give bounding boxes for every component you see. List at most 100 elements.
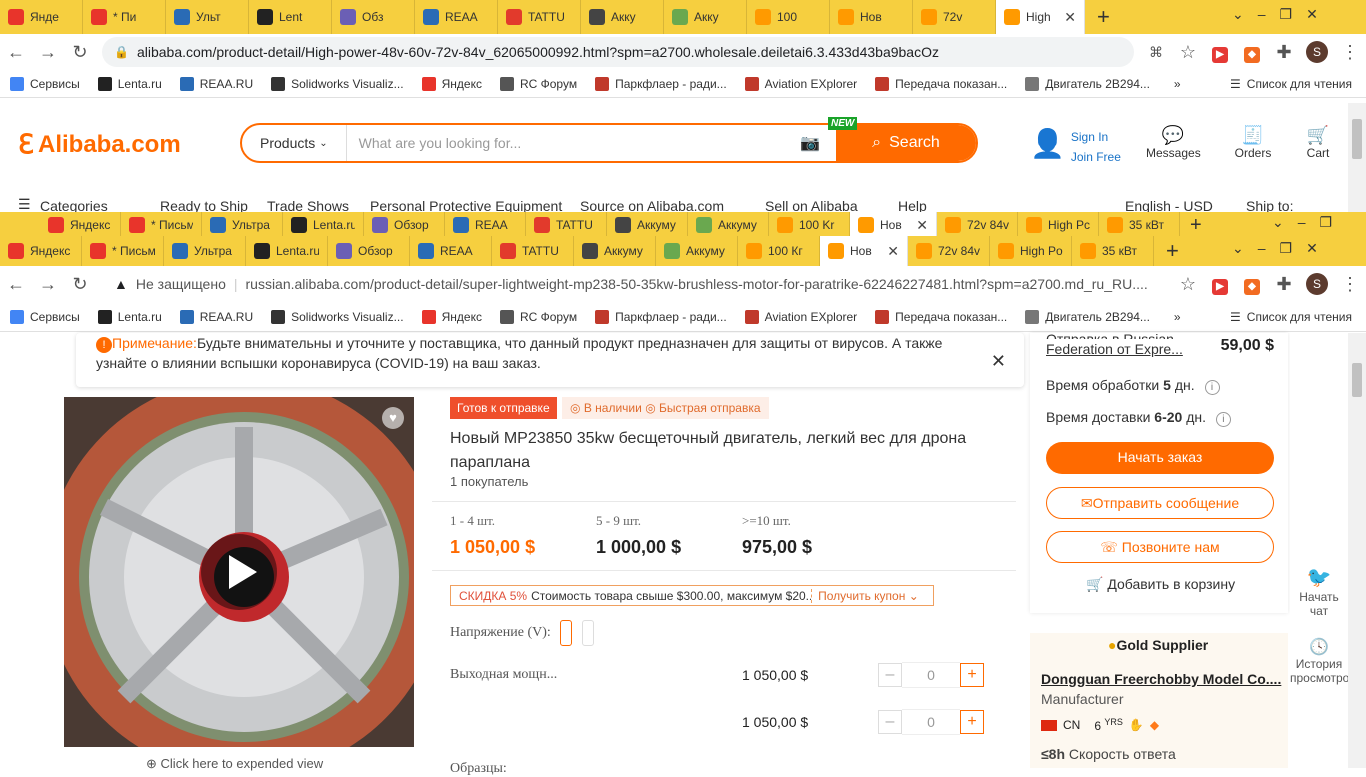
front-new-tab-icon[interactable]: +: [1166, 238, 1179, 264]
close-tab-icon[interactable]: ✕: [887, 243, 899, 260]
forward-arrow-icon[interactable]: →: [32, 42, 64, 63]
front-scrollbar[interactable]: [1348, 333, 1366, 768]
youtube-ext-icon[interactable]: ▶: [1204, 41, 1236, 63]
new-tab-icon[interactable]: +: [1097, 4, 1110, 30]
get-coupon-link[interactable]: Получить купон ⌄: [811, 588, 925, 603]
front-reading-list[interactable]: ☰ Список для чтения: [1230, 310, 1352, 324]
tab-search-icon[interactable]: ⌄: [1232, 6, 1244, 23]
front-url-bar[interactable]: ▲ Не защищено | russian.alibaba.com/prod…: [102, 269, 1166, 299]
middle-tab-13[interactable]: 35 кВт: [1099, 212, 1180, 238]
extensions-icon[interactable]: ✚: [1268, 42, 1300, 63]
account-block[interactable]: 👤 Sign In Join Free: [1030, 127, 1121, 167]
front-tab-3[interactable]: Lenta.ru: [246, 236, 328, 266]
middle-tab-7[interactable]: Аккуму: [607, 212, 688, 238]
add-to-cart-link[interactable]: 🛒 Добавить в корзину: [1086, 576, 1235, 593]
info-icon[interactable]: i: [1215, 412, 1231, 427]
middle-new-tab-icon[interactable]: +: [1190, 214, 1202, 237]
middle-tab-4[interactable]: Обзор: [364, 212, 445, 238]
bookmark-0[interactable]: Сервисы: [10, 76, 80, 91]
back-tab-2[interactable]: Ульт: [166, 0, 249, 34]
close-tab-icon[interactable]: ✕: [916, 217, 928, 234]
front-youtube-ext-icon[interactable]: ▶: [1204, 273, 1236, 295]
back-tab-6[interactable]: TATTU: [498, 0, 581, 34]
close-window-icon[interactable]: ✕: [1306, 6, 1318, 23]
bookmark-5[interactable]: RC Форум: [499, 76, 577, 91]
bookmark-2[interactable]: REAA.RU: [179, 309, 253, 324]
middle-tab-12[interactable]: High Pc: [1018, 212, 1099, 238]
middle-tab-8[interactable]: Аккуму: [688, 212, 769, 238]
menu-dots-icon[interactable]: ⋮: [1334, 42, 1366, 63]
minimize-icon[interactable]: –: [1258, 6, 1266, 23]
start-chat-button[interactable]: 🐦 Начать чат: [1290, 565, 1348, 618]
info-icon[interactable]: i: [1204, 380, 1220, 395]
front-tab-8[interactable]: Аккуму: [656, 236, 738, 266]
front-tab-search-icon[interactable]: ⌄: [1232, 240, 1244, 257]
front-restore-icon[interactable]: ❐: [1280, 240, 1293, 257]
front-tab-12[interactable]: High Po: [990, 236, 1072, 266]
plus-icon[interactable]: +: [960, 663, 984, 687]
messages-button[interactable]: 💬 Messages: [1146, 125, 1201, 160]
front-tab-10[interactable]: Нов ✕: [820, 236, 908, 266]
back-tab-10[interactable]: Нов: [830, 0, 913, 34]
bookmarks-overflow-icon[interactable]: »: [1174, 77, 1181, 91]
bookmark-9[interactable]: Двигатель 2В294...: [1025, 76, 1150, 91]
brave-ext-icon[interactable]: ◆: [1236, 41, 1268, 63]
back-url-bar[interactable]: 🔒 alibaba.com/product-detail/High-power-…: [102, 37, 1134, 67]
voltage-option-2[interactable]: [582, 620, 594, 646]
bookmark-0[interactable]: Сервисы: [10, 309, 80, 324]
bookmark-6[interactable]: Паркфлаер - ради...: [595, 76, 727, 91]
supplier-name[interactable]: Dongguan Freerchobby Model Co....: [1041, 671, 1281, 687]
bookmark-3[interactable]: Solidworks Visualiz...: [271, 309, 404, 324]
variant-1-qty-input[interactable]: 0: [902, 662, 960, 688]
sign-in-link[interactable]: Sign In: [1071, 127, 1121, 147]
front-tab-11[interactable]: 72v 84v: [908, 236, 990, 266]
bookmark-1[interactable]: Lenta.ru: [97, 309, 162, 324]
back-tab-9[interactable]: 100: [747, 0, 830, 34]
back-tab-0[interactable]: Янде: [0, 0, 83, 34]
front-close-window-icon[interactable]: ✕: [1306, 240, 1318, 257]
send-message-button[interactable]: ✉Отправить сообщение: [1046, 487, 1274, 519]
call-us-button[interactable]: ☏ Позвоните нам: [1046, 531, 1274, 563]
history-button[interactable]: 🕓 История просмотро: [1290, 637, 1349, 685]
nav-trade-shows[interactable]: Trade Shows: [267, 198, 349, 212]
front-profile-avatar[interactable]: S: [1306, 273, 1328, 295]
nav-language[interactable]: English - USD: [1125, 198, 1213, 212]
bookmark-6[interactable]: Паркфлаер - ради...: [595, 309, 727, 324]
alibaba-logo[interactable]: ℇ Alibaba.com: [18, 129, 181, 160]
restore-icon[interactable]: ❐: [1280, 6, 1293, 23]
minus-icon[interactable]: –: [878, 663, 902, 687]
back-scrollbar[interactable]: [1348, 103, 1366, 212]
bookmark-8[interactable]: Передача показан...: [875, 309, 1007, 324]
notice-close-icon[interactable]: ✕: [991, 351, 1006, 371]
bookmark-5[interactable]: RC Форум: [499, 309, 577, 324]
minus-icon[interactable]: –: [878, 710, 902, 734]
bookmark-4[interactable]: Яндекс: [421, 309, 482, 324]
bookmark-7[interactable]: Aviation EXplorer: [744, 76, 857, 91]
front-back-arrow-icon[interactable]: ←: [0, 274, 32, 295]
front-tab-0[interactable]: Яндекс: [0, 236, 82, 266]
orders-button[interactable]: 🧾 Orders: [1228, 125, 1278, 160]
join-free-link[interactable]: Join Free: [1071, 147, 1121, 167]
bookmark-8[interactable]: Передача показан...: [875, 76, 1007, 91]
back-arrow-icon[interactable]: ←: [0, 42, 32, 63]
middle-restore-icon[interactable]: ❐: [1320, 214, 1333, 231]
front-tab-9[interactable]: 100 Кг: [738, 236, 820, 266]
profile-avatar[interactable]: S: [1306, 41, 1328, 63]
bookmark-9[interactable]: Двигатель 2В294...: [1025, 309, 1150, 324]
middle-tab-2[interactable]: Ультра: [202, 212, 283, 238]
back-tab-4[interactable]: Обз: [332, 0, 415, 34]
voltage-option-1[interactable]: [560, 620, 572, 646]
middle-tab-5[interactable]: REAA: [445, 212, 526, 238]
nav-ship-to[interactable]: Ship to:: [1246, 198, 1293, 212]
shipping-info[interactable]: Отправка в Russian Federation от Expre..…: [1046, 331, 1186, 359]
close-tab-icon[interactable]: ✕: [1064, 9, 1076, 26]
front-tab-13[interactable]: 35 кВт: [1072, 236, 1154, 266]
middle-tab-search-icon[interactable]: ⌄: [1272, 214, 1284, 231]
middle-tab-3[interactable]: Lenta.ru: [283, 212, 364, 238]
bookmark-1[interactable]: Lenta.ru: [97, 76, 162, 91]
search-input[interactable]: What are you looking for...: [347, 135, 800, 151]
middle-tab-9[interactable]: 100 Kr: [769, 212, 850, 238]
back-tab-1[interactable]: * Пи: [83, 0, 166, 34]
product-image[interactable]: ♥: [64, 397, 414, 747]
middle-tab-0[interactable]: Яндекс: [40, 212, 121, 238]
